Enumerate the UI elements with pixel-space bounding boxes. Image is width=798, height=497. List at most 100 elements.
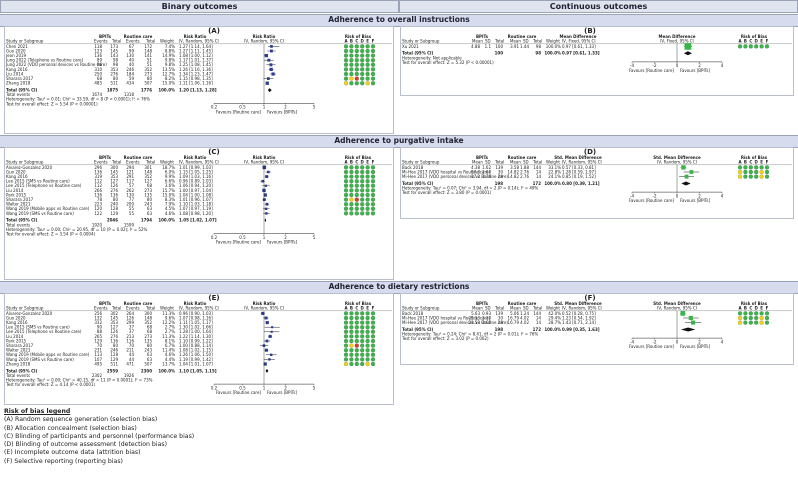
- x-axis: -4 -2 0 2 4Favours [Routine care] Favours [BP…: [629, 43, 724, 73]
- rob-dot: [754, 44, 759, 49]
- rob-dot: [343, 361, 349, 367]
- rob-dot: [737, 44, 743, 49]
- rob-dot: [349, 76, 354, 81]
- rob-dot: [343, 352, 349, 357]
- rob-dot: [343, 81, 349, 86]
- rob-dot: [360, 197, 365, 202]
- total-routine: 63: [147, 211, 153, 216]
- rob-dot: [754, 165, 759, 170]
- rob-dot: [365, 179, 370, 184]
- rob-dot: [354, 58, 359, 63]
- study-row: Mi-Hee 2017 (VDO personal devices vs Rou…: [402, 320, 770, 325]
- rob-dot: [737, 315, 743, 321]
- rob-dot: [354, 343, 359, 348]
- panel-label: (C): [208, 148, 220, 156]
- rob-dot: [343, 62, 349, 67]
- point-estimate: [269, 67, 273, 72]
- rob-dot: [365, 329, 370, 334]
- rob-dot: [748, 320, 753, 325]
- header-rob-d: D: [361, 160, 365, 165]
- rob-dot: [743, 311, 748, 316]
- point-estimate: [264, 316, 268, 320]
- rob-dot: [360, 338, 365, 344]
- header-rob-f: F: [372, 160, 375, 165]
- effect-ci: 1.04 [1.01, 1.07]: [179, 361, 213, 366]
- rob-dot: [365, 53, 370, 58]
- rob-dot: [365, 188, 370, 193]
- point-estimate: [261, 179, 265, 183]
- rob-dot: [737, 320, 743, 325]
- point-estimate: [271, 72, 275, 76]
- rob-dot: [365, 71, 370, 77]
- rob-dot: [370, 315, 376, 321]
- rob-dot: [360, 352, 365, 357]
- rob-dot: [370, 62, 376, 67]
- point-estimate: [270, 49, 273, 53]
- column-headers: BPITs Routine care Mean Difference Mean Dif…: [402, 34, 769, 44]
- legend-item-d: (D) Blinding of outcome assessment (dete…: [4, 441, 167, 449]
- study-row: Zhang 2018 495 511 471 507 13.7% 1.04 [1.01, 1…: [6, 361, 376, 367]
- rob-dot: [360, 348, 365, 353]
- point-estimate: [269, 353, 273, 356]
- header-plot-method: IV, Random, 95% CI: [244, 306, 284, 311]
- rob-dot: [354, 357, 359, 362]
- rob-dot: [354, 183, 359, 188]
- rob-dot: [354, 165, 359, 170]
- point-estimate: [266, 77, 270, 80]
- column-headers: BPITs Routine care Risk Ratio Risk Ratio Ris…: [6, 301, 375, 311]
- rob-dot: [349, 211, 354, 216]
- rob-dot: [365, 48, 370, 54]
- header-plot-method: IV, Random, 95% CI: [244, 39, 284, 44]
- sd-bpits: 2.73: [482, 174, 491, 179]
- rob-dot: [764, 174, 770, 179]
- rob-dot: [365, 211, 370, 216]
- rob-dot: [354, 311, 359, 316]
- x-axis: -4 -2 0 2 4Favours [Routine care] Favours [BP…: [629, 310, 724, 349]
- rob-dot: [354, 48, 359, 54]
- rob-dot: [354, 53, 359, 58]
- rob-dot: [354, 352, 359, 357]
- total-routine: 14: [536, 320, 542, 325]
- rob-dot: [360, 343, 365, 348]
- total-routine: 507: [144, 81, 152, 86]
- header-rob-c: C: [355, 39, 358, 44]
- point-estimate: [264, 207, 268, 210]
- header-plot-method: IV, Random, 95% CI: [244, 160, 284, 165]
- rob-dot: [354, 348, 359, 353]
- rob-dot: [370, 329, 376, 334]
- rob-dot: [343, 188, 349, 193]
- rob-dot: [349, 338, 354, 344]
- weight: 15.0%: [162, 81, 175, 86]
- legend-title: Risk of bias legend: [4, 408, 71, 415]
- total-weight: 100.0%: [544, 181, 561, 186]
- rob-dot: [354, 197, 359, 202]
- rob-dot: [737, 311, 743, 316]
- total-bpits: 29: [498, 320, 504, 325]
- overall-effect: Test for overall effect: Z = 3.02 (P = 0…: [401, 336, 489, 341]
- rob-dot: [754, 174, 759, 179]
- rob-dot: [343, 343, 349, 348]
- rob-dot: [370, 81, 376, 86]
- header-rob-e: E: [760, 306, 763, 311]
- rob-dot: [743, 174, 748, 179]
- rob-dot: [365, 67, 370, 72]
- rob-dot: [370, 179, 376, 184]
- overall-effect: Test for overall effect: Z = 3.80 (P = 0…: [401, 190, 492, 195]
- mean-bpits: 17.2: [471, 174, 480, 179]
- point-estimate: [268, 334, 272, 338]
- point-estimate: [269, 63, 273, 67]
- rob-dot: [343, 58, 349, 63]
- rob-dot: [349, 174, 354, 179]
- total-weight: 100.0%: [158, 88, 175, 93]
- rob-dot: [349, 53, 354, 58]
- rob-dot: [370, 361, 376, 367]
- rob-dot: [365, 348, 370, 353]
- column-headers: BPITs Routine care Risk Ratio Risk Ratio Ris…: [6, 34, 375, 44]
- header-plot-method: IV, Random, 95% CI: [657, 306, 697, 311]
- total-weight: 100.0%: [158, 218, 175, 223]
- rob-dot: [360, 81, 365, 86]
- legend-item-a: (A) Random sequence generation (selectio…: [4, 416, 158, 424]
- total-bpits: 129: [110, 211, 118, 216]
- favours-right-label: Favours [BPITs]: [267, 390, 297, 395]
- favours-left-label: Favours [Routine care]: [629, 68, 674, 73]
